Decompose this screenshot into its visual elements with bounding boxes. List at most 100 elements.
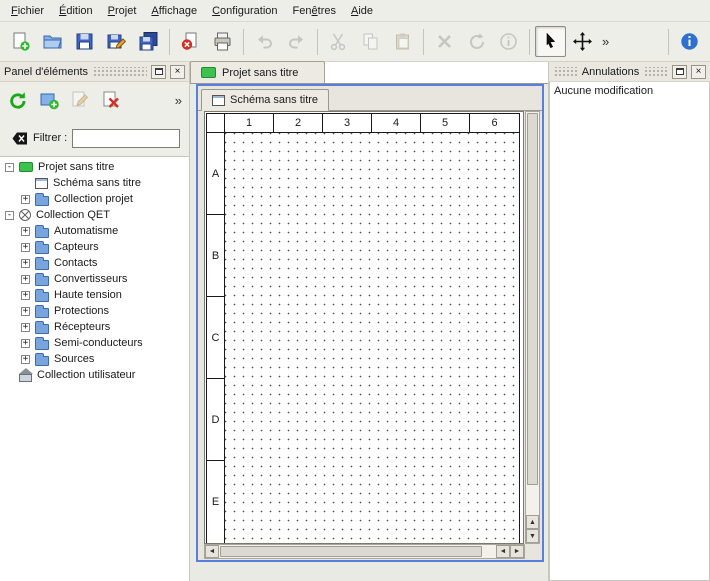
horizontal-scrollbar-thumb[interactable] — [220, 546, 482, 557]
tree-item-haute-tension[interactable]: + Haute tension — [0, 287, 189, 303]
horizontal-scrollbar-track[interactable] — [483, 545, 496, 558]
tree-item-schema[interactable]: Schéma sans titre — [0, 175, 189, 191]
expander-icon[interactable]: - — [5, 163, 14, 172]
elements-tree: - Projet sans titre Schéma sans titre + … — [0, 156, 189, 581]
rotate-button[interactable] — [461, 26, 492, 57]
column-ruler: 1 2 3 4 5 6 — [225, 114, 519, 133]
select-mode-button[interactable] — [535, 26, 566, 57]
reload-collections-button[interactable] — [4, 86, 32, 114]
menu-edition[interactable]: Édition — [52, 2, 100, 20]
tree-item-project[interactable]: - Projet sans titre — [0, 159, 189, 175]
scroll-down-button[interactable]: ▼ — [526, 529, 539, 543]
tree-item-automatisme[interactable]: + Automatisme — [0, 223, 189, 239]
tree-item-capteurs[interactable]: + Capteurs — [0, 239, 189, 255]
menu-configuration[interactable]: Configuration — [205, 2, 284, 20]
expander-icon[interactable]: + — [21, 195, 30, 204]
menu-fichier[interactable]: Fichier — [4, 2, 51, 20]
delete-button[interactable] — [429, 26, 460, 57]
tree-item-contacts[interactable]: + Contacts — [0, 255, 189, 271]
separator — [169, 29, 170, 55]
close-file-button[interactable] — [175, 26, 206, 57]
expander-icon[interactable]: + — [21, 323, 30, 332]
paste-button[interactable] — [387, 26, 418, 57]
menu-fenetres[interactable]: Fenêtres — [286, 2, 343, 20]
undo-list[interactable]: Aucune modification — [549, 82, 710, 581]
about-button[interactable] — [674, 26, 705, 57]
horizontal-scrollbar[interactable]: ◄ ◄ ► — [204, 544, 525, 559]
expander-icon[interactable]: + — [21, 227, 30, 236]
dock-close-button[interactable]: × — [170, 65, 185, 79]
cut-button[interactable] — [323, 26, 354, 57]
column-header: 2 — [274, 114, 323, 132]
info-button[interactable] — [493, 26, 524, 57]
save-button[interactable] — [69, 26, 100, 57]
vertical-scrollbar-track[interactable] — [526, 486, 539, 515]
move-mode-button[interactable] — [567, 26, 598, 57]
expander-icon[interactable]: + — [21, 275, 30, 284]
scroll-left-button[interactable]: ◄ — [205, 545, 219, 558]
scroll-right-button[interactable]: ► — [510, 545, 524, 558]
tree-item-convertisseurs[interactable]: + Convertisseurs — [0, 271, 189, 287]
tab-projet-sans-titre[interactable]: Projet sans titre — [190, 61, 325, 83]
save-as-icon — [106, 31, 127, 52]
undo-dock-titlebar[interactable]: Annulations × — [549, 62, 710, 82]
dock-drag-handle[interactable] — [553, 67, 578, 77]
scroll-left-button-2[interactable]: ◄ — [496, 545, 510, 558]
tab-schema-sans-titre[interactable]: Schéma sans titre — [201, 89, 329, 111]
expander-icon[interactable]: + — [21, 339, 30, 348]
print-button[interactable] — [207, 26, 238, 57]
toolbar-overflow-chevron[interactable]: » — [599, 34, 612, 49]
save-as-button[interactable] — [101, 26, 132, 57]
elements-panel-titlebar[interactable]: Panel d'éléments × — [0, 62, 189, 82]
close-file-icon — [180, 31, 201, 52]
dock-drag-handle[interactable] — [92, 67, 147, 77]
dock-float-button[interactable] — [672, 65, 687, 79]
tree-item-recepteurs[interactable]: + Récepteurs — [0, 319, 189, 335]
expander-icon[interactable]: + — [21, 355, 30, 364]
edit-element-icon — [69, 89, 91, 111]
redo-button[interactable] — [281, 26, 312, 57]
tree-item-collection-projet[interactable]: + Collection projet — [0, 191, 189, 207]
panel-overflow-chevron[interactable]: » — [172, 93, 185, 108]
save-all-button[interactable] — [133, 26, 164, 57]
expander-icon[interactable]: + — [21, 307, 30, 316]
open-button[interactable] — [37, 26, 68, 57]
delete-element-button[interactable] — [97, 86, 125, 114]
main-area: Panel d'éléments × — [0, 62, 710, 581]
edit-element-button[interactable] — [66, 86, 94, 114]
expander-icon[interactable]: + — [21, 243, 30, 252]
expander-icon[interactable]: + — [21, 259, 30, 268]
undo-list-item[interactable]: Aucune modification — [550, 82, 709, 100]
row-header: B — [207, 215, 224, 297]
new-element-button[interactable] — [35, 86, 63, 114]
scroll-up-button[interactable]: ▲ — [526, 515, 539, 529]
undo-button[interactable] — [249, 26, 280, 57]
dock-float-button[interactable] — [151, 65, 166, 79]
tree-item-label: Collection QET — [36, 209, 110, 221]
tree-item-collection-utilisateur[interactable]: Collection utilisateur — [0, 367, 189, 383]
expander-icon[interactable]: + — [21, 291, 30, 300]
redo-icon — [286, 31, 307, 52]
diagram-view[interactable]: 1 2 3 4 5 6 A B C D — [204, 111, 524, 544]
tree-item-sources[interactable]: + Sources — [0, 351, 189, 367]
dock-close-button[interactable]: × — [691, 65, 706, 79]
menu-aide[interactable]: Aide — [344, 2, 380, 20]
copy-button[interactable] — [355, 26, 386, 57]
diagram-grid[interactable] — [225, 133, 519, 543]
new-document-button[interactable] — [5, 26, 36, 57]
menu-projet[interactable]: Projet — [101, 2, 144, 20]
clear-filter-icon[interactable] — [6, 130, 28, 147]
menu-affichage[interactable]: Affichage — [144, 2, 204, 20]
expander-icon[interactable]: - — [5, 211, 14, 220]
tree-item-protections[interactable]: + Protections — [0, 303, 189, 319]
tree-item-collection-qet[interactable]: - Collection QET — [0, 207, 189, 223]
vertical-scrollbar[interactable]: ▲ ▼ — [525, 111, 540, 544]
tree-item-label: Convertisseurs — [54, 273, 127, 285]
row-header: D — [207, 379, 224, 461]
dock-drag-handle[interactable] — [643, 67, 668, 77]
filter-input[interactable] — [72, 129, 180, 148]
tree-item-label: Contacts — [54, 257, 97, 269]
print-icon — [212, 31, 233, 52]
vertical-scrollbar-thumb[interactable] — [527, 113, 538, 485]
tree-item-semi-conducteurs[interactable]: + Semi-conducteurs — [0, 335, 189, 351]
